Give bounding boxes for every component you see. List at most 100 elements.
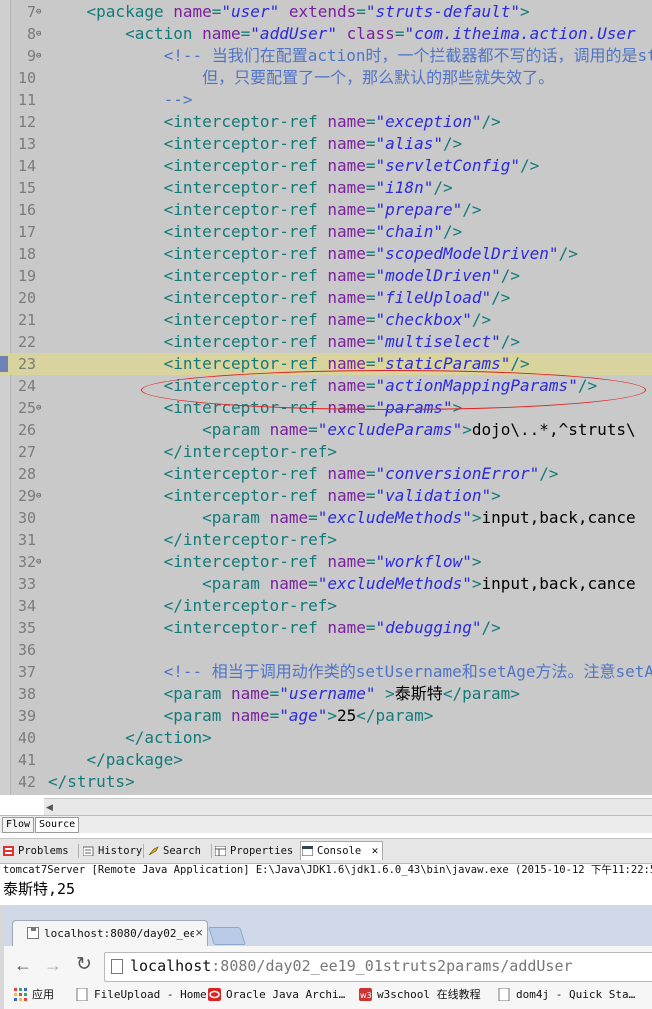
svg-text:w3: w3 — [360, 991, 372, 1000]
code-line[interactable]: 22 <interceptor-ref name="multiselect"/> — [0, 331, 652, 353]
page-icon — [111, 959, 123, 974]
code-text: <interceptor-ref name="exception"/> — [48, 112, 501, 131]
code-line[interactable]: 34 </interceptor-ref> — [0, 595, 652, 617]
code-line[interactable]: 41 </package> — [0, 749, 652, 771]
code-line[interactable]: 29 ⊖ <interceptor-ref name="validation"> — [0, 485, 652, 507]
code-line[interactable]: 28 <interceptor-ref name="conversionErro… — [0, 463, 652, 485]
code-text: <param name="excludeParams">dojo\..*,^st… — [48, 420, 636, 439]
code-line[interactable]: 11 --> — [0, 89, 652, 111]
line-number: 15 — [17, 179, 36, 197]
code-line[interactable]: 20 <interceptor-ref name="fileUpload"/> — [0, 287, 652, 309]
tab-problems[interactable]: Problems — [2, 842, 69, 860]
code-line[interactable]: 10 但，只要配置了一个，那么默认的那些就失效了。 — [0, 67, 652, 89]
bookmarks-bar: 应用 FileUpload - Home Oracle Java Archi… … — [4, 983, 652, 1009]
code-line[interactable]: 42 </struts> — [0, 771, 652, 793]
bookmark-dom4j-label: dom4j - Quick Sta… — [516, 988, 636, 1001]
close-tab-icon[interactable]: × — [195, 925, 203, 940]
code-line[interactable]: 15 <interceptor-ref name="i18n"/> — [0, 177, 652, 199]
code-line[interactable]: 14 <interceptor-ref name="servletConfig"… — [0, 155, 652, 177]
code-line[interactable]: 16 <interceptor-ref name="prepare"/> — [0, 199, 652, 221]
code-line[interactable]: 36 — [0, 639, 652, 661]
code-line[interactable]: 40 </action> — [0, 727, 652, 749]
tab-console[interactable]: Console ✕ — [300, 841, 384, 860]
back-arrow-icon[interactable]: ← — [14, 955, 32, 976]
fold-icon[interactable]: ⊖ — [36, 30, 42, 39]
code-line[interactable]: 19 <interceptor-ref name="modelDriven"/> — [0, 265, 652, 287]
bookmark-fileupload[interactable]: FileUpload - Home — [76, 987, 207, 1003]
tab-source[interactable]: Source — [35, 817, 80, 833]
fold-icon[interactable]: ⊖ — [36, 492, 42, 501]
line-number: 9 — [26, 47, 36, 65]
line-number: 27 — [17, 443, 36, 461]
code-line[interactable]: 7 ⊖ <package name="user" extends="struts-… — [0, 1, 652, 23]
code-line[interactable]: 12 <interceptor-ref name="exception"/> — [0, 111, 652, 133]
code-line[interactable]: 37 <!-- 相当于调用动作类的setUsername和setAge方法。注意… — [0, 661, 652, 683]
line-number: 12 — [17, 113, 36, 131]
new-tab-button[interactable] — [208, 927, 246, 945]
close-icon[interactable]: ✕ — [372, 844, 379, 857]
code-text: <param name="excludeMethods">input,back,… — [48, 508, 636, 527]
bookmark-apps[interactable]: 应用 — [14, 987, 54, 1003]
code-line[interactable]: 26 <param name="excludeParams">dojo\..*,… — [0, 419, 652, 441]
line-number: 29 — [17, 487, 36, 505]
fold-icon[interactable]: ⊖ — [36, 404, 42, 413]
code-line[interactable]: 13 <interceptor-ref name="alias"/> — [0, 133, 652, 155]
code-line[interactable]: 21 <interceptor-ref name="checkbox"/> — [0, 309, 652, 331]
horizontal-scrollbar[interactable]: ◀ — [44, 798, 652, 815]
code-line[interactable]: 38 <param name="username" >泰斯特</param> — [0, 683, 652, 705]
bookmark-oracle[interactable]: Oracle Java Archi… — [208, 987, 345, 1003]
code-line[interactable]: 17 <interceptor-ref name="chain"/> — [0, 221, 652, 243]
address-bar[interactable]: localhost:8080/day02_ee19_01struts2param… — [104, 952, 652, 982]
line-number: 38 — [17, 685, 36, 703]
line-number: 31 — [17, 531, 36, 549]
tab-history[interactable]: History — [82, 842, 142, 860]
console-output: 泰斯特,25 — [3, 880, 76, 898]
code-text: </package> — [48, 750, 183, 769]
xml-editor[interactable]: 7 ⊖ <package name="user" extends="struts-… — [0, 0, 652, 795]
browser-window: localhost:8080/day02_ee × ← → ↻ localhos… — [0, 905, 652, 1009]
code-text: <interceptor-ref name="alias"/> — [48, 134, 463, 153]
code-line[interactable]: 33 <param name="excludeMethods">input,ba… — [0, 573, 652, 595]
bookmark-dom4j[interactable]: dom4j - Quick Sta… — [498, 987, 635, 1003]
fold-icon[interactable]: ⊖ — [36, 52, 42, 61]
fold-icon[interactable]: ⊖ — [36, 558, 42, 567]
address-url: localhost:8080/day02_ee19_01struts2param… — [130, 957, 573, 975]
problems-icon — [3, 846, 14, 856]
line-number: 35 — [17, 619, 36, 637]
tab-flow[interactable]: Flow — [2, 817, 35, 833]
page-icon — [498, 988, 510, 1001]
code-text: <interceptor-ref name="i18n"/> — [48, 178, 453, 197]
tab-history-label: History — [98, 845, 143, 857]
code-line[interactable]: 9 ⊖ <!-- 当我们在配置action时，一个拦截器都不写的话，调用的是str — [0, 45, 652, 67]
line-number: 18 — [17, 245, 36, 263]
line-number: 8 — [26, 25, 36, 43]
code-text: </interceptor-ref> — [48, 442, 337, 461]
code-line[interactable]: 35 <interceptor-ref name="debugging"/> — [0, 617, 652, 639]
code-line[interactable]: 30 <param name="excludeMethods">input,ba… — [0, 507, 652, 529]
code-line[interactable]: 31 </interceptor-ref> — [0, 529, 652, 551]
scroll-left-icon[interactable]: ◀ — [46, 802, 53, 813]
code-line[interactable]: 27 </interceptor-ref> — [0, 441, 652, 463]
line-number: 28 — [17, 465, 36, 483]
properties-icon — [215, 846, 226, 856]
tab-search[interactable]: Search — [147, 842, 201, 860]
line-number: 39 — [17, 707, 36, 725]
code-line[interactable]: 18 <interceptor-ref name="scopedModelDri… — [0, 243, 652, 265]
bookmark-apps-label: 应用 — [32, 988, 54, 1001]
bookmark-w3school-label: w3school 在线教程 — [377, 988, 481, 1001]
code-text: </action> — [48, 728, 212, 747]
browser-tab[interactable]: localhost:8080/day02_ee × — [12, 920, 208, 947]
fold-icon[interactable]: ⊖ — [36, 8, 42, 17]
code-line[interactable]: 8 ⊖ <action name="addUser" class="com.ith… — [0, 23, 652, 45]
line-number: 41 — [17, 751, 36, 769]
code-line[interactable]: 32 ⊖ <interceptor-ref name="workflow"> — [0, 551, 652, 573]
reload-icon[interactable]: ↻ — [76, 953, 92, 976]
code-text: <param name="excludeMethods">input,back,… — [48, 574, 636, 593]
forward-arrow-icon[interactable]: → — [44, 955, 62, 976]
code-text: <interceptor-ref name="validation"> — [48, 486, 501, 505]
bookmark-w3school[interactable]: w3 w3school 在线教程 — [359, 987, 481, 1003]
browser-tab-title: localhost:8080/day02_ee — [44, 927, 194, 940]
code-line[interactable]: 39 <param name="age">25</param> — [0, 705, 652, 727]
code-text: </struts> — [48, 772, 135, 791]
tab-properties[interactable]: Properties — [214, 842, 293, 860]
